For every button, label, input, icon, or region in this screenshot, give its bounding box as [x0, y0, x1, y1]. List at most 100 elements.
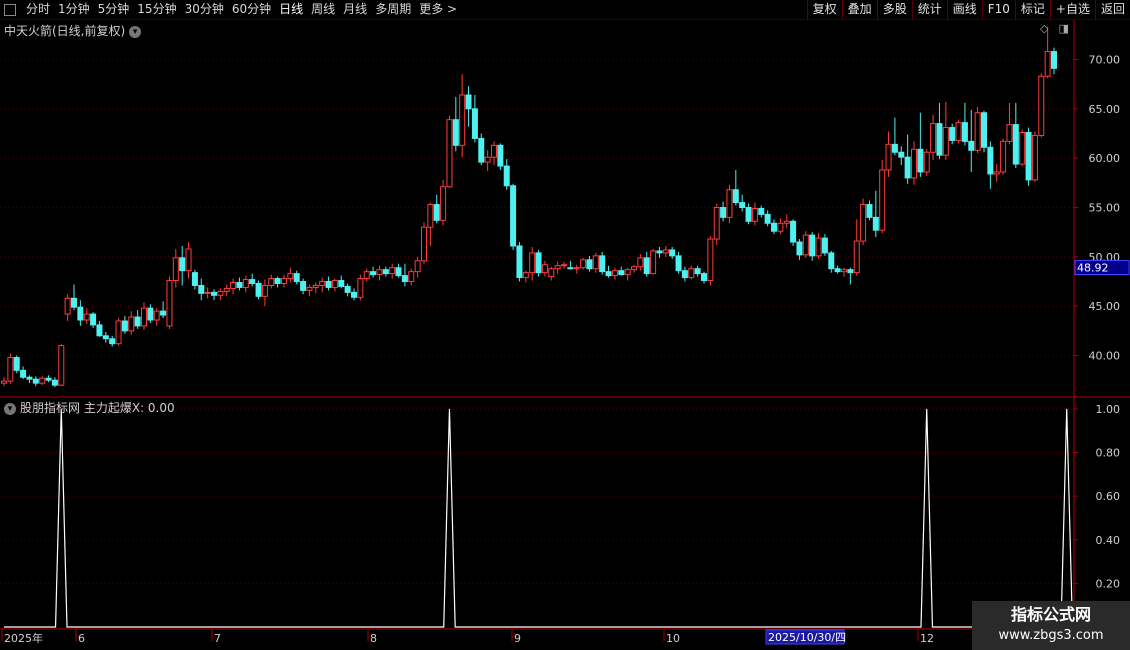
candle-body-down [732, 189, 739, 204]
candle-body-down [478, 137, 485, 163]
candle-body-down [872, 216, 879, 231]
candle-body-up [408, 271, 415, 283]
candle-body-up [942, 127, 949, 156]
overlay-button[interactable]: 叠加 [841, 0, 877, 19]
candle-body-up [860, 204, 867, 242]
tab-60min[interactable]: 60分钟 [228, 0, 275, 19]
candle-body-up [389, 267, 396, 275]
candle-body-down [147, 307, 154, 321]
sub-panel-title: ▾ 股朋指标网 主力起爆X: 0.00 [4, 399, 175, 416]
candle-body-up [580, 259, 587, 269]
candle-body-down [618, 270, 625, 276]
candle-body-up [707, 238, 714, 282]
candle-body-down [160, 310, 167, 316]
candle-body-down [134, 316, 141, 327]
candle-body-down [13, 357, 20, 371]
tab-5min[interactable]: 5分钟 [94, 0, 134, 19]
indicator-line [4, 408, 1074, 628]
main-panel-title: 中天火箭(日线,前复权) ▾ [4, 22, 142, 39]
tab-monthly[interactable]: 月线 [339, 0, 371, 19]
candle-body-down [1051, 51, 1057, 69]
candle-body-down [987, 146, 994, 175]
candle-body-down [898, 151, 905, 158]
candle-body-up [841, 269, 847, 273]
date-label: 2025年 [4, 631, 43, 645]
f10-button[interactable]: F10 [981, 0, 1015, 19]
candle-body-up [879, 169, 886, 231]
candle-body-up [446, 119, 453, 188]
candle-body-down [191, 272, 198, 286]
candle-body-down [249, 279, 256, 284]
chart-area[interactable]: 70.0065.0060.0055.0050.0045.0040.0048.92… [0, 20, 1130, 650]
date-label: 6 [78, 632, 85, 645]
candle-body-up [1031, 134, 1038, 181]
candle-body-down [51, 379, 58, 386]
candle-body-down [90, 313, 97, 326]
window-menu-icon[interactable] [4, 3, 16, 16]
candle-body-up [459, 94, 466, 146]
back-button[interactable]: 返回 [1094, 0, 1130, 19]
candle-body-down [834, 268, 841, 273]
candle-body-down [109, 338, 116, 345]
candle-body-down [669, 249, 676, 257]
tab-1min[interactable]: 1分钟 [54, 0, 94, 19]
panel-toggle-icon[interactable]: ◨ [1058, 22, 1068, 35]
candle-body-down [790, 220, 797, 243]
mark-button[interactable]: 标记 [1014, 0, 1050, 19]
chevron-down-icon[interactable]: ▾ [4, 402, 16, 415]
candle-body-up [815, 237, 822, 257]
candle-body-up [204, 291, 211, 294]
tab-15min[interactable]: 15分钟 [133, 0, 180, 19]
add-watchlist-button[interactable]: +自选 [1049, 0, 1095, 19]
tab-multi-period[interactable]: 多周期 [371, 0, 415, 19]
cursor-date-label: 2025/10/30/四 [768, 631, 846, 644]
candle-body-up [223, 287, 230, 292]
candle-body-down [503, 165, 510, 187]
chevron-down-icon[interactable]: ▾ [129, 25, 142, 38]
candle-body-down [821, 237, 828, 254]
tab-daily[interactable]: 日线 [275, 0, 307, 19]
candle-body-down [681, 270, 688, 279]
candle-body-up [624, 269, 631, 276]
candle-body-down [904, 156, 911, 179]
candle-body-up [993, 171, 1000, 175]
candle-body-up [363, 271, 370, 280]
candle-body-down [796, 241, 803, 256]
candle-body-down [344, 285, 351, 293]
candle-body-up [529, 252, 536, 274]
candle-body-down [586, 259, 593, 270]
candle-body-up [1044, 51, 1051, 77]
date-label: 12 [920, 632, 934, 645]
candle-body-up [414, 260, 421, 273]
candle-body-up [955, 122, 962, 141]
candle-body-down [739, 202, 746, 209]
indicator-tick-label: 0.80 [1096, 447, 1121, 460]
candle-body-down [77, 306, 84, 321]
statistics-button[interactable]: 统计 [911, 0, 947, 19]
price-tick-label: 65.00 [1089, 103, 1121, 116]
candle-body-up [923, 151, 930, 173]
candle-body-up [783, 220, 790, 224]
candle-body-up [217, 290, 224, 296]
diamond-icon[interactable]: ◇ [1040, 22, 1048, 35]
tab-weekly[interactable]: 周线 [307, 0, 339, 19]
candle-body-up [631, 266, 637, 271]
candle-body-up [64, 297, 71, 315]
candle-body-up [974, 112, 981, 151]
indicator-tick-label: 0.60 [1096, 490, 1121, 503]
restore-rights-button[interactable]: 复权 [806, 0, 842, 19]
candle-body-up [261, 284, 268, 297]
tab-30min[interactable]: 30分钟 [181, 0, 228, 19]
candle-body-up [726, 189, 733, 218]
candle-body-up [930, 123, 937, 153]
candle-body-down [179, 257, 186, 272]
tool-buttons: 复权 叠加 多股 统计 画线 F10 标记 +自选 返回 [806, 0, 1130, 19]
watermark: 指标公式网 www.zbgs3.com [972, 601, 1130, 650]
candle-body-up [853, 240, 860, 274]
tab-more[interactable]: 更多 > [415, 0, 461, 19]
multi-stock-button[interactable]: 多股 [876, 0, 912, 19]
candle-body-up [268, 278, 275, 286]
tab-fenshi[interactable]: 分时 [22, 0, 54, 19]
draw-line-button[interactable]: 画线 [946, 0, 982, 19]
candle-body-down [567, 267, 574, 270]
